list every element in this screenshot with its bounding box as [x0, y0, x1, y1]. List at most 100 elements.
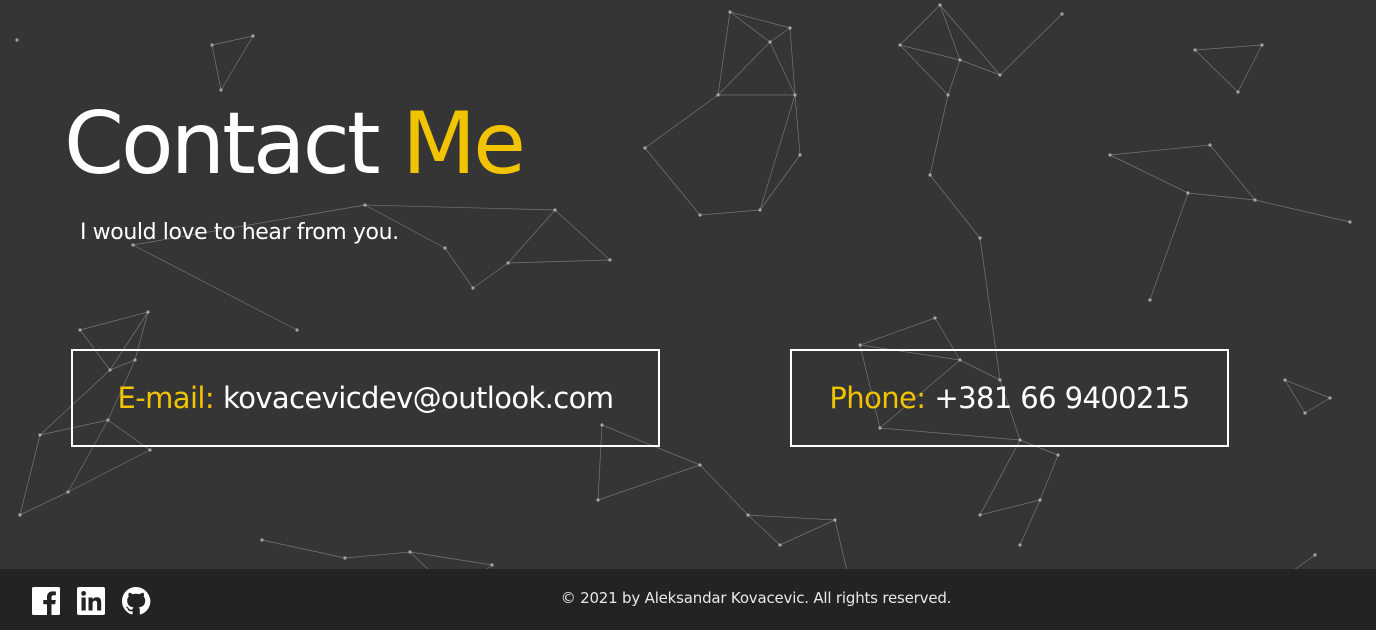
network-line: [979, 499, 1041, 516]
network-node: [608, 258, 612, 262]
network-node: [1348, 220, 1352, 224]
network-line: [899, 44, 961, 61]
network-node: [798, 153, 802, 157]
network-line: [747, 514, 836, 521]
network-node: [716, 93, 720, 97]
network-node: [768, 40, 772, 44]
network-node: [251, 34, 255, 38]
network-line: [1109, 154, 1189, 194]
network-node: [78, 328, 82, 332]
network-node: [778, 543, 782, 547]
network-line: [1039, 454, 1059, 501]
network-line: [1237, 44, 1263, 93]
network-line: [1254, 199, 1351, 223]
network-node: [1283, 378, 1287, 382]
network-line: [699, 464, 749, 516]
copyright-text: © 2021 by Aleksandar Kovacevic. All righ…: [560, 589, 952, 607]
network-node: [260, 538, 264, 542]
network-node: [698, 213, 702, 217]
network-line: [939, 4, 961, 61]
email-contact-box[interactable]: E-mail: kovacevicdev@outlook.com: [71, 349, 660, 447]
network-line: [769, 41, 796, 96]
network-node: [18, 513, 22, 517]
network-node: [1038, 498, 1042, 502]
network-node: [898, 43, 902, 47]
network-node: [1260, 43, 1264, 47]
network-line: [769, 27, 791, 43]
network-line: [1194, 49, 1239, 93]
network-line: [1149, 192, 1189, 301]
network-line: [729, 11, 771, 43]
network-node: [788, 26, 792, 30]
network-line: [472, 262, 509, 289]
phone-contact-box[interactable]: Phone: +381 66 9400215: [790, 349, 1229, 447]
network-line: [364, 204, 556, 211]
network-node: [38, 433, 42, 437]
network-line: [211, 44, 222, 91]
network-node: [343, 556, 347, 560]
network-line: [717, 41, 771, 96]
network-node: [698, 463, 702, 467]
network-node: [1193, 48, 1197, 52]
network-node: [408, 550, 412, 554]
network-node: [978, 236, 982, 240]
network-line: [1284, 379, 1306, 414]
network-line: [507, 209, 556, 264]
network-line: [19, 491, 69, 516]
network-line: [929, 174, 981, 239]
network-line: [1304, 397, 1331, 414]
network-line: [507, 259, 611, 264]
network-line: [929, 94, 949, 176]
network-line: [409, 551, 493, 566]
network-node: [958, 58, 962, 62]
network-node: [1186, 191, 1190, 195]
network-node: [1060, 12, 1064, 16]
network-line: [344, 551, 411, 559]
network-node: [643, 146, 647, 150]
network-node: [210, 43, 214, 47]
network-line: [899, 4, 941, 46]
network-line: [644, 94, 719, 149]
network-line: [220, 35, 254, 91]
network-line: [444, 247, 474, 289]
network-node: [146, 310, 150, 314]
network-node: [793, 93, 797, 97]
email-label: E-mail:: [117, 381, 215, 415]
network-line: [67, 449, 151, 493]
network-line: [759, 94, 796, 211]
email-value[interactable]: kovacevicdev@outlook.com: [223, 381, 614, 415]
network-line: [554, 209, 611, 261]
network-node: [363, 203, 367, 207]
network-node: [1018, 543, 1022, 547]
network-node: [1208, 143, 1212, 147]
network-node: [1253, 198, 1257, 202]
network-node: [858, 343, 862, 347]
network-line: [1019, 499, 1041, 546]
network-line: [1187, 192, 1256, 201]
network-node: [746, 513, 750, 517]
contact-page: Contact Me I would love to hear from you…: [0, 0, 1376, 630]
network-node: [596, 498, 600, 502]
title-accent: Me: [401, 94, 526, 194]
network-node: [553, 208, 557, 212]
network-node: [148, 448, 152, 452]
network-line: [859, 317, 936, 346]
network-line: [211, 35, 254, 46]
network-line: [19, 434, 41, 516]
network-node: [471, 286, 475, 290]
network-line: [729, 11, 791, 29]
network-node: [443, 246, 447, 250]
network-line: [779, 519, 836, 546]
network-node: [1313, 553, 1317, 557]
network-node: [978, 513, 982, 517]
network-node: [833, 518, 837, 522]
network-line: [699, 209, 761, 216]
network-line: [597, 464, 701, 501]
phone-value[interactable]: +381 66 9400215: [934, 381, 1190, 415]
page-title: Contact Me: [64, 92, 526, 196]
network-line: [1194, 44, 1263, 51]
network-line: [644, 147, 701, 216]
network-node: [928, 173, 932, 177]
network-line: [794, 94, 801, 156]
network-line: [1209, 144, 1256, 201]
